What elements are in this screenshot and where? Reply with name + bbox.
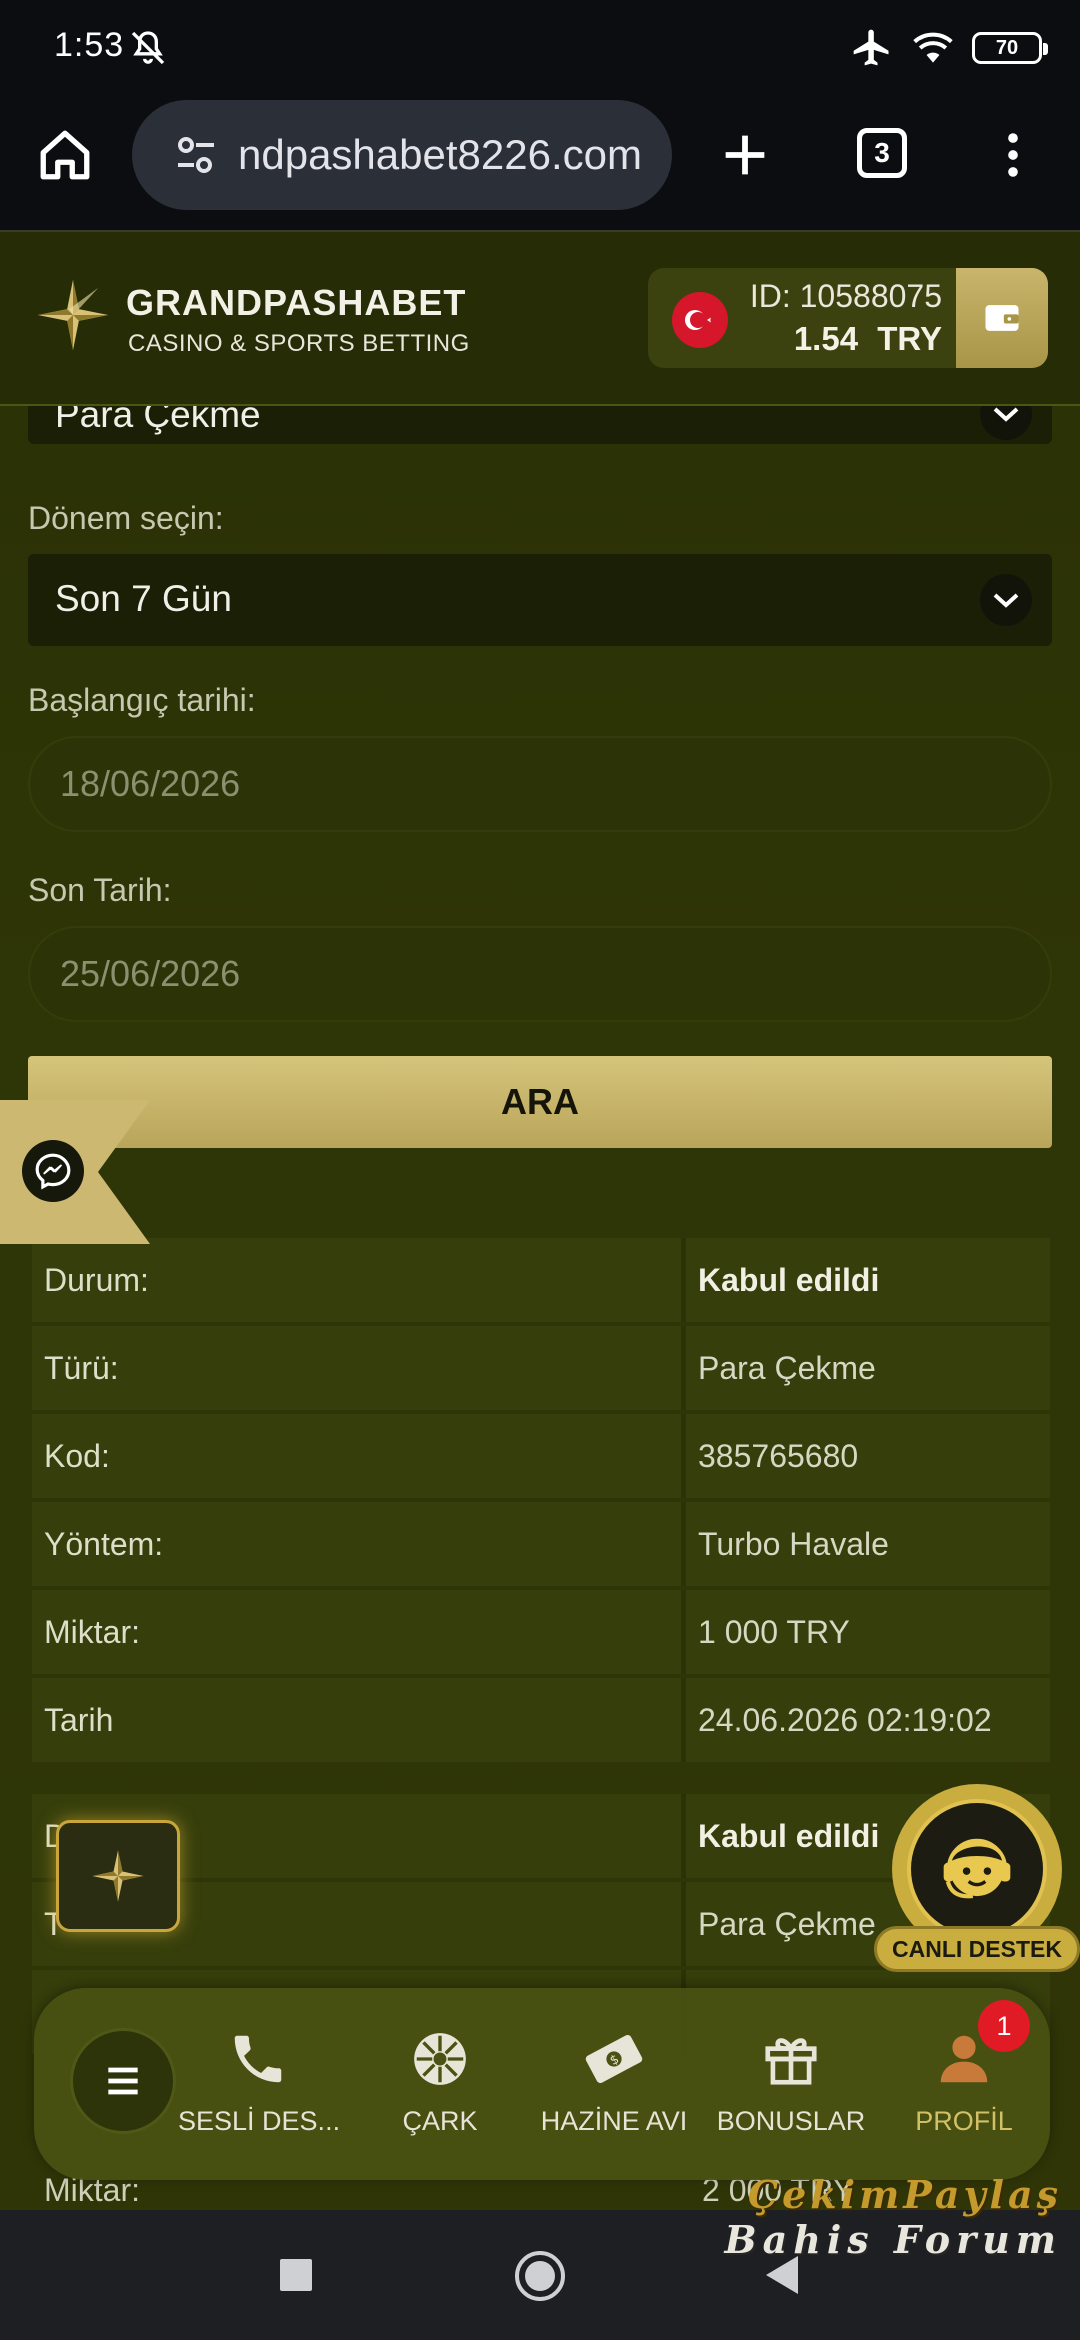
turkey-flag-icon: [672, 292, 728, 348]
support-agent-icon: [907, 1799, 1047, 1939]
live-support-button[interactable]: CANLI DESTEK: [874, 1784, 1080, 1988]
menu-button[interactable]: [70, 2028, 176, 2134]
row-key: Tarih: [32, 1678, 686, 1762]
row-value: Para Çekme: [686, 1326, 1050, 1410]
row-key: Miktar:: [32, 1590, 686, 1674]
support-label[interactable]: CANLI DESTEK: [874, 1926, 1080, 1972]
treasure-icon: $: [585, 2034, 643, 2084]
table-row: Kod: 385765680: [32, 1414, 1050, 1498]
start-date-field[interactable]: [28, 736, 1052, 832]
transaction-table: Durum: Kabul edildi Türü: Para Çekme Kod: 3…: [32, 1234, 1050, 1766]
home-circle-icon[interactable]: [512, 2248, 568, 2304]
account-box[interactable]: ID: 10588075 1.54 TRY: [648, 268, 1048, 368]
end-date-label: Son Tarih:: [28, 872, 172, 908]
status-time: 1:53: [54, 26, 125, 64]
nav-treasure-hunt[interactable]: $ HAZİNE AVI: [534, 2028, 694, 2158]
nav-label: ÇARK: [402, 2106, 478, 2136]
watermark-line-1: ÇekimPaylaş: [747, 2172, 1062, 2217]
site-header: GRANDPASHABET CASINO & SPORTS BETTING ID…: [0, 232, 1080, 406]
phone-icon: [234, 2035, 282, 2083]
row-key: Yöntem:: [32, 1502, 686, 1586]
row-key: Durum:: [32, 1238, 686, 1322]
recent-apps-icon[interactable]: [278, 2248, 314, 2302]
notification-badge: 1: [978, 2000, 1030, 2052]
star-icon: [92, 1850, 144, 1902]
period-select[interactable]: Son 7 Gün: [28, 554, 1052, 646]
search-button[interactable]: ARA: [28, 1056, 1052, 1148]
nav-label: HAZİNE AVI: [540, 2106, 688, 2136]
home-icon[interactable]: [36, 126, 94, 184]
chevron-down-icon: [980, 574, 1032, 626]
account-id: ID: 10588075: [749, 278, 942, 314]
hamburger-icon: [108, 2067, 138, 2095]
table-row: Durum: Kabul edildi: [32, 1238, 1050, 1322]
bell-off-icon: [131, 31, 165, 65]
star-fab-button[interactable]: [56, 1820, 180, 1932]
status-bar: 1:53 70: [0, 0, 1080, 96]
end-date-field[interactable]: [28, 926, 1052, 1022]
more-menu-icon[interactable]: [984, 126, 1042, 184]
address-bar[interactable]: ndpashabet8226.com: [132, 100, 672, 210]
nav-label: SESLİ DES...: [178, 2106, 341, 2136]
brand-star-logo[interactable]: [34, 276, 112, 354]
table-row: Tarih 24.06.2026 02:19:02: [32, 1678, 1050, 1762]
nav-voice-support[interactable]: SESLİ DES...: [178, 2028, 341, 2158]
table-row: Miktar: 1 000 TRY: [32, 1590, 1050, 1674]
browser-toolbar: ndpashabet8226.com 3: [0, 96, 1080, 232]
table-row: Yöntem: Turbo Havale: [32, 1502, 1050, 1586]
row-value: 1 000 TRY: [686, 1590, 1050, 1674]
brand-name[interactable]: GRANDPASHABET: [126, 282, 466, 324]
status-value: Kabul edildi: [686, 1238, 1050, 1322]
url-text[interactable]: ndpashabet8226.com: [238, 131, 642, 179]
nav-label: BONUSLAR: [716, 2106, 866, 2136]
messenger-tab[interactable]: [0, 1100, 150, 1244]
messenger-icon: [22, 1140, 84, 1202]
row-key: Kod:: [32, 1414, 686, 1498]
bottom-nav: SESLİ DES... ÇARK $ HAZİNE AVI BONUSLAR: [34, 1988, 1050, 2180]
start-date-label: Başlangıç tarihi:: [28, 682, 256, 718]
period-value: Son 7 Gün: [55, 578, 232, 619]
nav-bonuses[interactable]: BONUSLAR: [711, 2028, 871, 2158]
new-tab-icon[interactable]: [716, 126, 774, 184]
wallet-button[interactable]: [956, 268, 1048, 368]
account-balance: 1.54 TRY: [793, 320, 942, 357]
nav-wheel[interactable]: ÇARK: [360, 2028, 520, 2158]
wallet-icon: [985, 305, 1019, 331]
row-value: 385765680: [686, 1414, 1050, 1498]
nav-label: PROFİL: [915, 2106, 1013, 2136]
forum-watermark: ÇekimPaylaş Bahis Forum: [722, 2172, 1062, 2272]
web-page: GRANDPASHABET CASINO & SPORTS BETTING ID…: [0, 232, 1080, 2210]
table-row: Türü: Para Çekme: [32, 1326, 1050, 1410]
tab-switcher-button[interactable]: 3: [857, 128, 907, 178]
watermark-line-2: Bahis Forum: [724, 2217, 1062, 2262]
row-key: Türü:: [32, 1326, 686, 1410]
battery-indicator: 70: [972, 32, 1048, 64]
period-label: Dönem seçin:: [28, 500, 224, 536]
brand-tagline: CASINO & SPORTS BETTING: [128, 330, 470, 357]
nav-profile[interactable]: PROFİL 1: [884, 2000, 1044, 2158]
row-value: Turbo Havale: [686, 1502, 1050, 1586]
airplane-icon: [853, 29, 889, 66]
wheel-icon: [414, 2033, 466, 2085]
row-value: 24.06.2026 02:19:02: [686, 1678, 1050, 1762]
wifi-icon: [913, 32, 953, 63]
gift-icon: [765, 2038, 817, 2085]
site-settings-icon[interactable]: [172, 131, 220, 179]
